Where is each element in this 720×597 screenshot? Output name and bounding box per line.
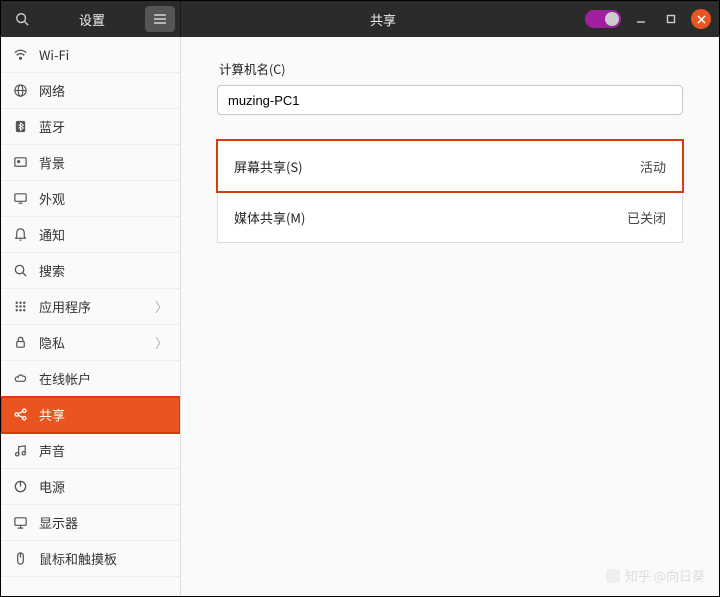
- bell-icon: [13, 227, 28, 242]
- sidebar-item-wifi[interactable]: Wi-Fi: [1, 37, 180, 73]
- content-area: 计算机名(C) 屏幕共享(S) 活动媒体共享(M) 已关闭: [181, 37, 719, 596]
- sidebar-item-label: 共享: [39, 405, 168, 424]
- hostname-input[interactable]: [217, 85, 683, 115]
- cloud-icon: [13, 371, 28, 386]
- sidebar-item-label: 搜索: [39, 261, 168, 280]
- menu-button[interactable]: [145, 6, 175, 32]
- settings-title: 设置: [39, 10, 145, 29]
- sharing-master-toggle[interactable]: [585, 10, 621, 28]
- sidebar-item-mouse[interactable]: 鼠标和触摸板: [1, 541, 180, 577]
- sidebar-item-background[interactable]: 背景: [1, 145, 180, 181]
- sidebar-item-cloud[interactable]: 在线帐户: [1, 361, 180, 397]
- power-icon: [13, 479, 28, 494]
- sidebar-item-search[interactable]: 搜索: [1, 253, 180, 289]
- sidebar-item-label: 显示器: [39, 513, 168, 532]
- chevron-right-icon: 〉: [155, 297, 168, 316]
- search-button[interactable]: [5, 5, 39, 33]
- sidebar-item-share[interactable]: 共享: [1, 397, 180, 433]
- sidebar-item-label: 背景: [39, 153, 168, 172]
- search-icon: [15, 12, 29, 26]
- setting-label: 屏幕共享(S): [234, 157, 303, 176]
- setting-status: 活动: [640, 157, 666, 176]
- sidebar-item-label: 电源: [39, 477, 168, 496]
- sidebar-item-label: Wi-Fi: [39, 45, 168, 64]
- sidebar-item-bluetooth[interactable]: 蓝牙: [1, 109, 180, 145]
- sidebar: Wi-Fi网络蓝牙背景外观通知搜索应用程序〉隐私〉在线帐户共享声音电源显示器鼠标…: [1, 37, 181, 596]
- sidebar-item-label: 通知: [39, 225, 168, 244]
- sidebar-item-label: 应用程序: [39, 297, 144, 316]
- search-icon: [13, 263, 28, 278]
- setting-row[interactable]: 屏幕共享(S) 活动: [217, 140, 683, 192]
- sidebar-item-label: 隐私: [39, 333, 144, 352]
- page-title: 共享: [181, 10, 585, 29]
- background-icon: [13, 155, 28, 170]
- sidebar-item-label: 蓝牙: [39, 117, 168, 136]
- close-button[interactable]: [691, 9, 711, 29]
- sidebar-item-label: 在线帐户: [39, 369, 168, 388]
- apps-icon: [13, 299, 28, 314]
- hostname-label: 计算机名(C): [217, 59, 683, 78]
- chevron-right-icon: 〉: [155, 333, 168, 352]
- sidebar-item-display[interactable]: 显示器: [1, 505, 180, 541]
- sidebar-item-label: 鼠标和触摸板: [39, 549, 168, 568]
- titlebar: 设置 共享: [1, 1, 719, 37]
- sidebar-item-power[interactable]: 电源: [1, 469, 180, 505]
- sidebar-item-label: 网络: [39, 81, 168, 100]
- setting-status: 已关闭: [627, 208, 666, 227]
- sidebar-item-music[interactable]: 声音: [1, 433, 180, 469]
- close-icon: [697, 15, 706, 24]
- sidebar-item-apps[interactable]: 应用程序〉: [1, 289, 180, 325]
- sidebar-item-bell[interactable]: 通知: [1, 217, 180, 253]
- sidebar-item-globe[interactable]: 网络: [1, 73, 180, 109]
- display-icon: [13, 515, 28, 530]
- setting-label: 媒体共享(M): [234, 208, 305, 227]
- setting-row[interactable]: 媒体共享(M) 已关闭: [217, 191, 683, 243]
- bluetooth-icon: [13, 119, 28, 134]
- maximize-icon: [666, 14, 676, 24]
- sidebar-item-lock[interactable]: 隐私〉: [1, 325, 180, 361]
- lock-icon: [13, 335, 28, 350]
- music-icon: [13, 443, 28, 458]
- globe-icon: [13, 83, 28, 98]
- appearance-icon: [13, 191, 28, 206]
- minimize-button[interactable]: [631, 9, 651, 29]
- hamburger-icon: [153, 14, 167, 24]
- sidebar-item-appearance[interactable]: 外观: [1, 181, 180, 217]
- maximize-button[interactable]: [661, 9, 681, 29]
- sidebar-item-label: 外观: [39, 189, 168, 208]
- sidebar-item-label: 声音: [39, 441, 168, 460]
- wifi-icon: [13, 47, 28, 62]
- share-icon: [13, 407, 28, 422]
- minimize-icon: [636, 14, 646, 24]
- mouse-icon: [13, 551, 28, 566]
